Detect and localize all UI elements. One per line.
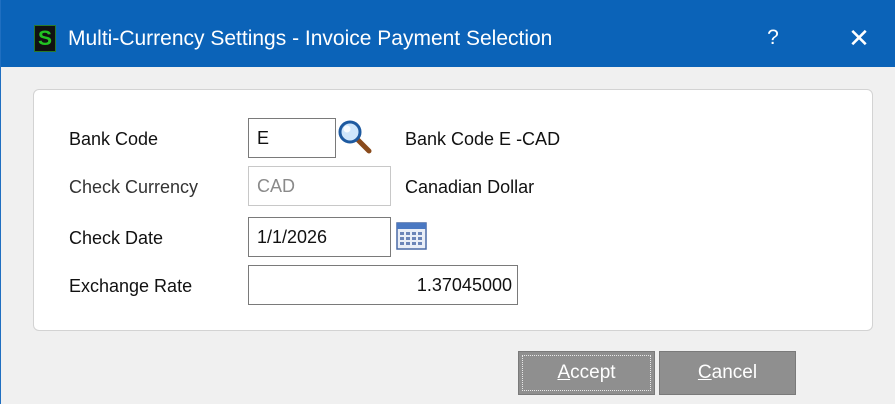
calendar-icon [396, 222, 427, 250]
magnifier-icon [338, 120, 372, 154]
check-currency-label: Check Currency [69, 177, 199, 197]
accept-label: ccept [570, 362, 616, 383]
cancel-label: ancel [711, 362, 758, 383]
bank-code-lookup-button[interactable] [336, 118, 374, 156]
cancel-accelerator: C [697, 362, 712, 383]
cancel-button[interactable]: Cancel [659, 351, 796, 395]
check-currency-description: Canadian Dollar [405, 177, 535, 197]
close-button[interactable]: ✕ [839, 20, 879, 56]
close-icon: ✕ [848, 23, 870, 53]
window-title: Multi-Currency Settings - Invoice Paymen… [68, 27, 553, 50]
accept-accelerator: A [557, 362, 571, 383]
exchange-rate-label: Exchange Rate [69, 276, 193, 296]
check-date-input[interactable] [248, 217, 391, 257]
exchange-rate-input[interactable] [248, 265, 518, 305]
title-bar: S Multi-Currency Settings - Invoice Paym… [1, 0, 895, 67]
check-date-calendar-button[interactable] [395, 220, 429, 252]
check-date-label: Check Date [69, 228, 164, 248]
bank-code-description: Bank Code E -CAD [405, 129, 561, 149]
check-currency-input [248, 166, 391, 206]
bank-code-input[interactable] [248, 118, 336, 158]
help-button[interactable]: ? [753, 20, 793, 56]
accept-button[interactable]: Accept [518, 351, 655, 395]
bank-code-label: Bank Code [69, 129, 159, 149]
dialog-window: S Multi-Currency Settings - Invoice Paym… [0, 0, 895, 404]
sage-logo-icon: S [34, 25, 56, 52]
